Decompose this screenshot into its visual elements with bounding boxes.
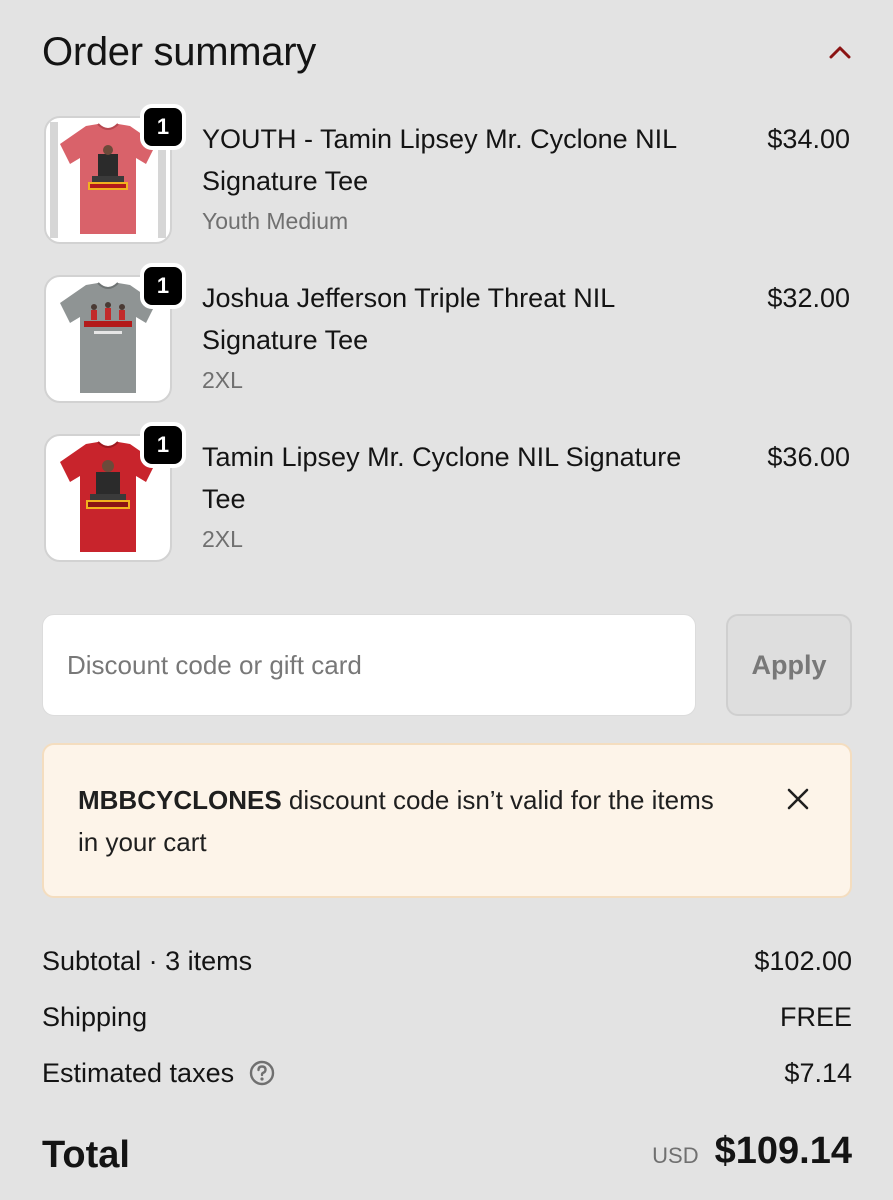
taxes-label-group: Estimated taxes <box>42 1052 276 1094</box>
product-thumbnail: 1 <box>44 263 186 403</box>
item-name: Tamin Lipsey Mr. Cyclone NIL Signature T… <box>202 442 682 514</box>
taxes-label: Estimated taxes <box>42 1058 235 1088</box>
alert-discount-code: MBBCYCLONES <box>78 785 282 815</box>
shipping-value: FREE <box>779 1002 852 1032</box>
subtotal-label: Subtotal · 3 items <box>42 946 253 976</box>
help-circle-icon[interactable] <box>248 1059 276 1087</box>
discount-code-input[interactable] <box>42 614 696 716</box>
discount-row: Apply <box>42 614 852 716</box>
item-variant: Youth Medium <box>202 208 349 234</box>
item-variant: 2XL <box>202 367 243 393</box>
alert-message: MBBCYCLONES discount code isn’t valid fo… <box>78 779 738 863</box>
taxes-value: $7.14 <box>784 1058 852 1088</box>
subtotal-value: $102.00 <box>754 946 852 976</box>
close-icon[interactable] <box>784 785 812 813</box>
item-price: $32.00 <box>767 283 850 313</box>
quantity-badge: 1 <box>140 104 186 150</box>
item-name: YOUTH - Tamin Lipsey Mr. Cyclone NIL Sig… <box>202 124 677 196</box>
order-summary-header[interactable]: Order summary <box>42 28 854 84</box>
item-price: $36.00 <box>767 442 850 472</box>
subtotal-row: Subtotal · 3 items $102.00 <box>42 940 852 996</box>
total-row: Total USD $109.14 <box>42 1130 852 1190</box>
cost-summary: Subtotal · 3 items $102.00 Shipping FREE… <box>42 940 852 1108</box>
quantity-badge: 1 <box>140 263 186 309</box>
total-value-group: USD $109.14 <box>652 1130 852 1173</box>
discount-error-alert: MBBCYCLONES discount code isn’t valid fo… <box>42 743 852 898</box>
cart-item: 1 YOUTH - Tamin Lipsey Mr. Cyclone NIL S… <box>42 104 854 275</box>
page-title: Order summary <box>42 30 316 74</box>
item-variant: 2XL <box>202 526 243 552</box>
shipping-label: Shipping <box>42 1002 148 1032</box>
cart-item: 1 Tamin Lipsey Mr. Cyclone NIL Signature… <box>42 422 854 593</box>
product-thumbnail: 1 <box>44 422 186 562</box>
chevron-up-icon[interactable] <box>826 38 854 66</box>
quantity-badge: 1 <box>140 422 186 468</box>
order-summary-page: Order summary 1 YOUTH - Tamin Lipsey Mr.… <box>0 0 893 1200</box>
cart-items-list: 1 YOUTH - Tamin Lipsey Mr. Cyclone NIL S… <box>42 104 854 593</box>
taxes-row: Estimated taxes $7.14 <box>42 1052 852 1108</box>
total-label: Total <box>42 1134 130 1176</box>
currency-code: USD <box>652 1143 699 1168</box>
total-amount: $109.14 <box>714 1130 852 1172</box>
item-name: Joshua Jefferson Triple Threat NIL Signa… <box>202 283 615 355</box>
shipping-row: Shipping FREE <box>42 996 852 1052</box>
cart-item: 1 Joshua Jefferson Triple Threat NIL Sig… <box>42 263 854 434</box>
product-thumbnail: 1 <box>44 104 186 244</box>
apply-button[interactable]: Apply <box>726 614 852 716</box>
item-price: $34.00 <box>767 124 850 154</box>
